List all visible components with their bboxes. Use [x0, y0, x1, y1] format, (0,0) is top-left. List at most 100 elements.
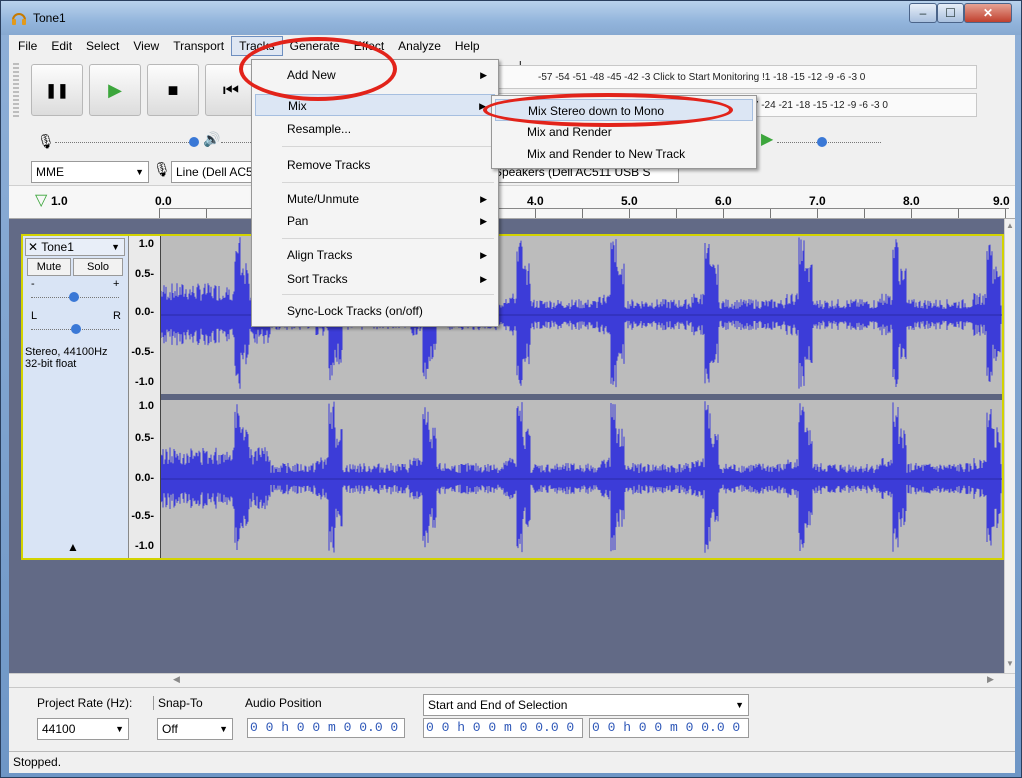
menu-separator: [282, 294, 494, 295]
selection-end-field[interactable]: 0 0 h 0 0 m 0 0.0 0 0 s: [589, 718, 749, 738]
selection-start-field[interactable]: 0 0 h 0 0 m 0 0.0 0 0 s: [423, 718, 583, 738]
tracks-menu: Add New ▶ Mix ▶ Resample... Remove Tracks …: [251, 59, 499, 327]
scale-label: 1.0: [138, 400, 154, 412]
chevron-down-icon: ▼: [735, 700, 744, 710]
scale-label: -1.0: [135, 540, 154, 552]
scale-label: 0.5-: [135, 268, 154, 280]
input-device-value: Line (Dell AC5: [176, 165, 253, 179]
scale-label: 0.0-: [135, 306, 154, 318]
audio-host-select[interactable]: MME ▼: [31, 161, 149, 183]
recording-volume-slider[interactable]: [55, 133, 199, 147]
menu-file[interactable]: File: [11, 36, 44, 56]
play-button[interactable]: ▶: [89, 64, 141, 116]
track-name-menu[interactable]: ✕ Tone1 ▼: [25, 238, 125, 256]
record-meter[interactable]: -57 -54 -51 -48 -45 -42 -3 Click to Star…: [493, 65, 977, 89]
audio-position-value: 0 0 h 0 0 m 0 0.0 0 0 s: [250, 720, 404, 735]
project-rate-label: Project Rate (Hz):: [37, 696, 133, 710]
track-info-format: Stereo, 44100Hz: [25, 346, 108, 358]
menu-item-pan[interactable]: Pan ▶: [255, 210, 495, 232]
close-button[interactable]: ✕: [964, 3, 1012, 23]
menu-item-label: Remove Tracks: [287, 158, 371, 172]
audio-position-field[interactable]: 0 0 h 0 0 m 0 0.0 0 0 s: [247, 718, 405, 738]
window-title: Tone1: [33, 11, 66, 25]
snap-to-value: Off: [162, 722, 178, 736]
playback-meter-scale: -27 -24 -21 -18 -15 -12 -9 -6 -3 0: [744, 100, 888, 111]
menu-analyze[interactable]: Analyze: [391, 36, 448, 56]
input-device-select[interactable]: Line (Dell AC5: [171, 161, 261, 183]
stop-button[interactable]: ■: [147, 64, 199, 116]
client-area: File Edit Select View Transport Tracks G…: [9, 35, 1015, 773]
scale-label: 0.5-: [135, 432, 154, 444]
menu-item-mix-and-render-new-track[interactable]: Mix and Render to New Track: [495, 143, 753, 165]
close-track-icon[interactable]: ✕: [28, 240, 38, 254]
submenu-arrow-icon: ▶: [480, 250, 487, 260]
scale-label: 1.0: [138, 238, 154, 250]
menu-item-sort-tracks[interactable]: Sort Tracks ▶: [255, 268, 495, 290]
right-channel[interactable]: [160, 400, 1002, 558]
menu-separator: [282, 182, 494, 183]
submenu-arrow-icon: ▶: [480, 216, 487, 226]
project-rate-value: 44100: [42, 722, 76, 736]
menu-help[interactable]: Help: [448, 36, 487, 56]
track-name: Tone1: [41, 240, 74, 254]
scroll-left-icon[interactable]: ◀: [173, 674, 180, 685]
mute-label: Mute: [36, 261, 62, 273]
vertical-scale: 1.0 0.5- 0.0- -0.5- -1.0 1.0 0.5- 0.0- -…: [129, 236, 161, 558]
stop-icon: ■: [167, 79, 179, 100]
menu-transport[interactable]: Transport: [166, 36, 231, 56]
pan-slider[interactable]: [31, 320, 119, 334]
timeline-ruler[interactable]: ▽ 1.0 0.0 4.0 5.0 6.0 7.0 8.0 9.0: [9, 185, 1015, 219]
chevron-down-icon: ▼: [219, 724, 228, 734]
playhead-icon: ▽: [35, 192, 48, 209]
menu-separator: [282, 146, 494, 147]
scroll-down-icon[interactable]: ▼: [1006, 659, 1014, 668]
toolbar-grip[interactable]: [13, 63, 19, 117]
mute-button[interactable]: Mute: [27, 258, 71, 276]
app-window: Tone1 ‒ ☐ ✕ File Edit Select View Transp…: [0, 0, 1022, 778]
menu-item-label: Mute/Unmute: [287, 192, 360, 206]
menu-item-align-tracks[interactable]: Align Tracks ▶: [255, 244, 495, 266]
menu-edit[interactable]: Edit: [44, 36, 79, 56]
collapse-track-icon[interactable]: ▲: [67, 540, 79, 554]
ruler-tick: 0.0: [155, 194, 172, 208]
horizontal-scrollbar[interactable]: ◀ ▶: [9, 673, 1015, 687]
menu-item-remove-tracks[interactable]: Remove Tracks: [255, 154, 495, 176]
input-device-mic-icon: 🎙: [153, 161, 171, 177]
solo-label: Solo: [86, 261, 110, 273]
pause-icon: ❚❚: [45, 81, 69, 98]
menu-item-label: Sort Tracks: [287, 272, 348, 286]
pause-button[interactable]: ❚❚: [31, 64, 83, 116]
play-at-speed-slider[interactable]: [777, 133, 881, 147]
ruler-tick: 9.0: [993, 194, 1010, 208]
audio-position-label: Audio Position: [245, 696, 322, 710]
selection-mode-select[interactable]: Start and End of Selection ▼: [423, 694, 749, 716]
gain-slider[interactable]: [31, 288, 119, 302]
project-rate-select[interactable]: 44100 ▼: [37, 718, 129, 740]
title-bar[interactable]: Tone1 ‒ ☐ ✕: [1, 1, 1021, 35]
play-icon: ▶: [108, 79, 122, 100]
menu-item-label: Mix and Render: [527, 125, 612, 139]
audio-host-value: MME: [36, 165, 64, 179]
vertical-scrollbar[interactable]: ▲ ▼: [1004, 219, 1015, 673]
scroll-up-icon[interactable]: ▲: [1006, 221, 1014, 230]
headphones-icon: [12, 13, 26, 25]
close-icon: ✕: [982, 6, 994, 20]
menu-item-resample[interactable]: Resample...: [255, 118, 495, 140]
solo-button[interactable]: Solo: [73, 258, 123, 276]
waveform-path: [160, 401, 1002, 553]
submenu-arrow-icon: ▶: [480, 194, 487, 204]
menu-item-mute-unmute[interactable]: Mute/Unmute ▶: [255, 188, 495, 210]
snap-to-select[interactable]: Off ▼: [157, 718, 233, 740]
audio-track[interactable]: ✕ Tone1 ▼ Mute Solo - + L R Stereo, 4410…: [21, 234, 1004, 560]
record-meter-scale: -57 -54 -51 -48 -45 -42 -3 Click to Star…: [538, 72, 866, 83]
scale-label: -0.5-: [131, 510, 154, 522]
menu-view[interactable]: View: [126, 36, 166, 56]
maximize-icon: ☐: [945, 6, 956, 20]
menu-item-sync-lock[interactable]: Sync-Lock Tracks (on/off): [255, 300, 495, 322]
play-at-speed-icon[interactable]: ▶: [761, 129, 773, 149]
minimize-button[interactable]: ‒: [909, 3, 937, 23]
track-control-panel: ✕ Tone1 ▼ Mute Solo - + L R Stereo, 4410…: [23, 236, 129, 558]
maximize-button[interactable]: ☐: [937, 3, 964, 23]
scroll-right-icon[interactable]: ▶: [987, 674, 994, 685]
menu-select[interactable]: Select: [79, 36, 126, 56]
